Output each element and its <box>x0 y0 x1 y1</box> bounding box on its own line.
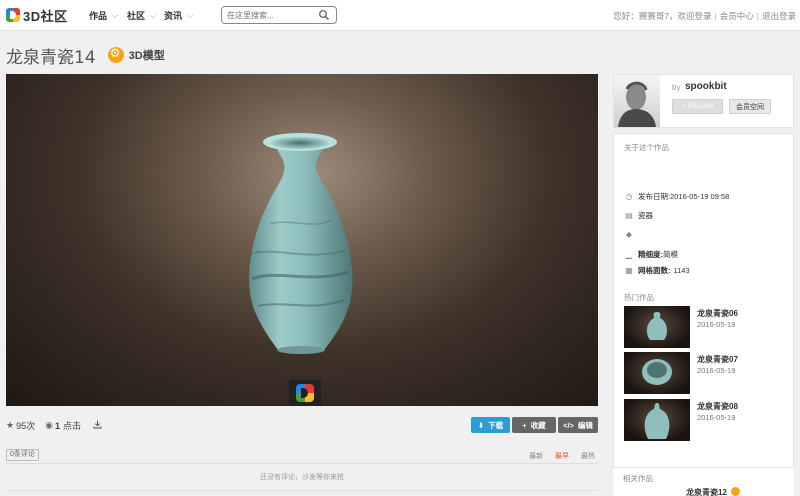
nav-news-label: 资讯 <box>164 11 183 21</box>
precision-label: 精细度: <box>638 250 663 259</box>
chevron-down-icon: ⌵ <box>150 10 157 20</box>
search-input[interactable] <box>222 7 312 23</box>
model-3d-icon <box>731 487 740 496</box>
about-title: 关于这个作品 <box>624 143 669 152</box>
star-icon: ★ <box>6 420 15 430</box>
separator: | <box>714 11 717 21</box>
likes-label: 点击 <box>62 421 81 431</box>
user-greeting[interactable]: 您好：赛赛哥7，欢迎登录 <box>613 11 711 21</box>
tags-row: ◆ <box>624 230 638 239</box>
logo-d-icon <box>296 384 314 402</box>
chevron-down-icon: ⌵ <box>187 10 194 20</box>
avatar[interactable] <box>614 75 660 127</box>
related-item-name[interactable]: 龙泉青瓷12 <box>686 487 727 496</box>
hot-item-thumbnail[interactable] <box>624 306 690 348</box>
category-value[interactable]: 瓷器 <box>638 210 653 221</box>
category-row: ▤ 瓷器 <box>624 210 653 221</box>
top-header: 3D社区 作品 ⌵ 社区 ⌵ 资讯 ⌵ 您好：赛赛哥7，欢迎登录|会员中心|退出… <box>0 0 800 31</box>
sort-latest[interactable]: 最新 <box>529 453 543 460</box>
mesh-row: ▦ 网格面数: 1143 <box>624 265 690 276</box>
stats-row: ★ 95次 ◉ 1 点击 <box>6 419 102 432</box>
eye-icon: ◉ <box>45 420 53 430</box>
hot-item-name[interactable]: 龙泉青瓷07 <box>697 354 738 365</box>
nav-community-label: 社区 <box>127 11 146 21</box>
precision-row: ▁ 精细度: 简模 <box>624 249 678 260</box>
empty-comments-text: 还没有评论，沙发等你来抢 <box>260 474 344 481</box>
logout-link[interactable]: 退出登录 <box>762 11 796 21</box>
logo-text: 3D社区 <box>23 8 68 24</box>
model-badge: 3D模型 <box>107 46 165 63</box>
viewer-watermark-logo <box>289 380 321 406</box>
collect-label: 收藏 <box>530 420 546 430</box>
views-count: 95次 <box>16 421 36 431</box>
tag-icon: ◆ <box>625 230 633 239</box>
comment-count-tag[interactable]: 0条评论 <box>6 449 39 461</box>
sort-earliest[interactable]: 最早 <box>555 453 569 460</box>
search-icon[interactable] <box>318 9 330 21</box>
model-3d-icon <box>107 46 124 63</box>
divider <box>6 463 598 464</box>
related-works-title: 相关作品 <box>623 474 653 483</box>
mesh-label: 网格面数: <box>638 266 671 275</box>
logo-d-icon <box>6 8 20 22</box>
title-row: 龙泉青瓷14 3D模型 <box>6 44 165 68</box>
download-label: 下载 <box>488 420 504 430</box>
comment-sort: 最新 最早 最热 <box>519 451 595 461</box>
separator: | <box>756 11 759 21</box>
plus-icon: + <box>681 103 686 110</box>
code-icon: </> <box>563 420 574 430</box>
edit-button[interactable]: </> 编辑 <box>558 417 598 433</box>
sort-hot[interactable]: 最热 <box>581 453 595 460</box>
related-works-panel: 相关作品 龙泉青瓷12 <box>613 467 794 496</box>
download-small-icon[interactable] <box>93 420 102 431</box>
author-card: by spookbit + FOLLOW 会员空间 <box>613 74 794 128</box>
collect-button[interactable]: + 收藏 <box>512 417 556 433</box>
hot-item-name[interactable]: 龙泉青瓷08 <box>697 401 738 412</box>
nav-community[interactable]: 社区 ⌵ <box>127 9 156 22</box>
nav-works[interactable]: 作品 ⌵ <box>89 9 118 22</box>
hot-works-title: 热门作品 <box>624 293 654 302</box>
member-center-link[interactable]: 会员中心 <box>720 11 754 21</box>
by-label: by <box>672 83 681 92</box>
publish-date: 发布日期:2016-05-19 09:58 <box>638 192 730 201</box>
nav-news[interactable]: 资讯 ⌵ <box>164 9 193 22</box>
mesh-value: 1143 <box>673 266 690 275</box>
chevron-down-icon: ⌵ <box>112 10 119 20</box>
follow-label: FOLLOW <box>688 103 714 110</box>
edit-label: 编辑 <box>577 420 593 430</box>
hot-item[interactable]: 龙泉青瓷06 2016-05-19 <box>624 306 790 348</box>
comment-input-area[interactable] <box>6 490 598 496</box>
signal-bars-icon: ▁ <box>625 250 633 259</box>
clock-icon: ◷ <box>625 192 633 201</box>
publish-date-row: ◷ 发布日期:2016-05-19 09:58 <box>624 191 730 202</box>
site-logo[interactable]: 3D社区 <box>6 7 68 24</box>
hot-item-date: 2016-05-19 <box>697 320 736 329</box>
hot-item[interactable]: 龙泉青瓷08 2016-05-19 <box>624 399 790 441</box>
hot-item-date: 2016-05-19 <box>697 413 736 422</box>
download-icon: ⬇ <box>477 420 485 430</box>
likes-count: 1 <box>54 420 60 431</box>
page-title: 龙泉青瓷14 <box>6 47 96 68</box>
work-info-panel: 关于这个作品 ◷ 发布日期:2016-05-19 09:58 ▤ 瓷器 ◆ ▁ … <box>613 133 794 496</box>
hot-item-thumbnail[interactable] <box>624 399 690 441</box>
search-box <box>221 6 337 24</box>
follow-button[interactable]: + FOLLOW <box>672 99 723 114</box>
precision-value: 简模 <box>663 250 678 259</box>
hot-item-thumbnail[interactable] <box>624 352 690 394</box>
briefcase-icon: ▤ <box>625 211 633 220</box>
member-space-button[interactable]: 会员空间 <box>729 99 771 114</box>
plus-icon: + <box>522 420 527 430</box>
model-badge-label: 3D模型 <box>128 50 165 62</box>
author-name[interactable]: spookbit <box>685 81 727 92</box>
grid-icon: ▦ <box>625 266 633 275</box>
hot-item-name[interactable]: 龙泉青瓷06 <box>697 308 738 319</box>
nav-works-label: 作品 <box>89 11 108 21</box>
hot-item[interactable]: 龙泉青瓷07 2016-05-19 <box>624 352 790 394</box>
user-bar: 您好：赛赛哥7，欢迎登录 | 会员中心 | 退出登录 <box>613 10 796 22</box>
vase-model <box>249 133 353 354</box>
hot-item-date: 2016-05-19 <box>697 366 736 375</box>
download-button[interactable]: ⬇ 下载 <box>471 417 510 433</box>
3d-viewer[interactable] <box>6 74 598 406</box>
